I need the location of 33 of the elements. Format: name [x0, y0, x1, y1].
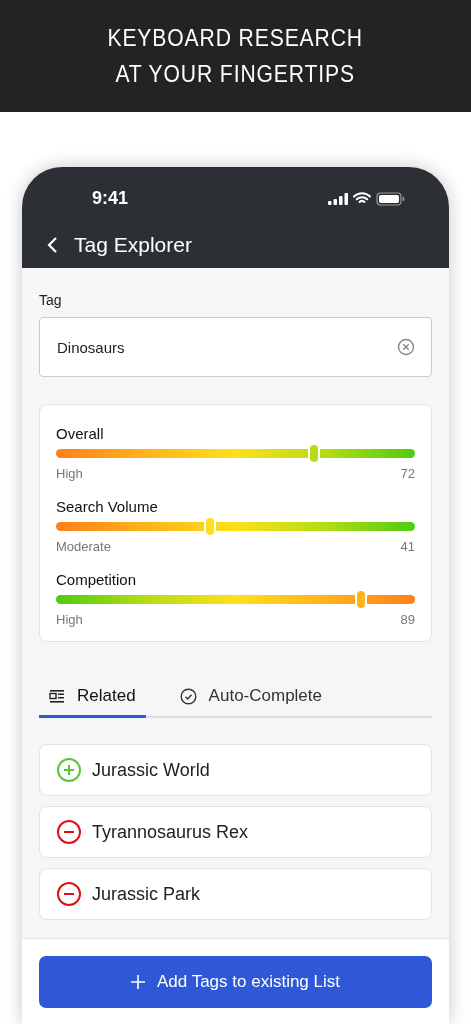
back-icon[interactable] — [46, 236, 58, 254]
metric-rating: High — [56, 612, 83, 627]
check-circle-icon — [179, 687, 197, 705]
remove-icon[interactable] — [56, 881, 82, 907]
metric-value: 89 — [400, 612, 415, 627]
signal-icon — [328, 192, 348, 205]
tag-label: Jurassic World — [92, 759, 210, 781]
metric-name: Competition — [56, 571, 138, 588]
tag-input-field[interactable]: Dinosaurs — [39, 317, 432, 377]
metric-name: Search Volume — [56, 498, 159, 515]
plus-icon — [131, 975, 145, 989]
metric-value: 72 — [400, 466, 415, 481]
tag-row[interactable]: Tyrannosaurus Rex — [39, 806, 432, 858]
tag-label: Jurassic Park — [92, 883, 201, 905]
battery-icon — [376, 191, 405, 206]
tag-row[interactable]: Jurassic World — [39, 744, 432, 796]
metric-rating: High — [56, 466, 83, 481]
status-time: 9:41 — [92, 188, 129, 209]
headline: KEYBOARD RESEARCH AT YOUR FINGERTIPS — [107, 23, 364, 89]
add-tags-button[interactable]: Add Tags to existing List — [39, 956, 432, 1008]
field-label: Tag — [39, 292, 63, 308]
wifi-icon — [353, 192, 371, 205]
tab[interactable]: Auto-Complete — [169, 686, 332, 718]
metric-value: 41 — [400, 539, 415, 554]
remove-icon[interactable] — [56, 819, 82, 845]
list-icon — [49, 689, 65, 703]
metric-rating: Moderate — [56, 539, 111, 554]
tag-label: Tyrannosaurus Rex — [92, 821, 249, 843]
tag-row[interactable]: Jurassic Park — [39, 868, 432, 920]
screen-title: Tag Explorer — [74, 233, 192, 257]
tab[interactable]: Related — [39, 686, 146, 718]
metric-name: Overall — [56, 425, 105, 442]
clear-icon[interactable] — [397, 338, 415, 356]
